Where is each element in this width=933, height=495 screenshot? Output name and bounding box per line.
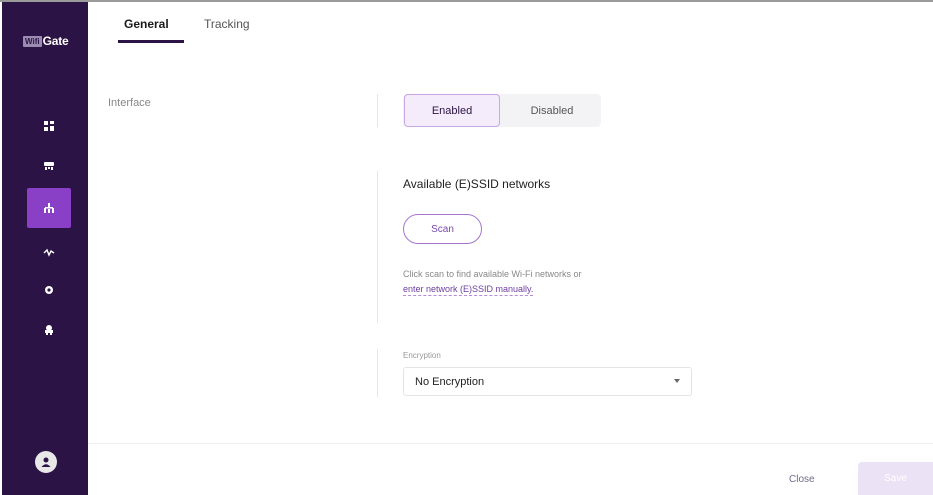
enabled-option[interactable]: Enabled [404,94,500,127]
logo: Wifi Gate [23,30,69,52]
divider [377,171,378,323]
sidebar-item-settings[interactable] [27,270,71,310]
chevron-down-icon [674,379,680,383]
sidebar-item-services[interactable] [27,310,71,350]
user-avatar[interactable] [35,451,57,473]
encryption-select[interactable]: No Encryption [403,367,692,396]
network-icon [44,203,54,213]
encryption-label: Encryption [403,351,441,360]
sidebar-item-activity[interactable] [27,232,71,272]
encryption-value: No Encryption [415,375,485,388]
footer-divider [88,443,933,444]
active-tab-indicator [118,40,184,43]
tab-tracking[interactable]: Tracking [204,17,250,31]
manual-ssid-link[interactable]: enter network (E)SSID manually. [403,284,534,296]
disabled-option[interactable]: Disabled [503,94,601,127]
divider [377,94,378,127]
interface-toggle: Enabled Disabled [403,94,601,127]
sidebar-item-dashboard[interactable] [27,106,71,146]
save-button[interactable]: Save [858,462,933,495]
window-top-border [0,0,933,2]
services-icon [45,325,53,335]
router-icon [44,162,54,170]
divider [377,349,378,397]
sidebar-item-router[interactable] [27,145,71,185]
gear-icon [45,286,53,294]
activity-icon [43,248,55,257]
logo-text: Gate [42,34,69,48]
close-button[interactable]: Close [789,474,815,485]
sidebar: Wifi Gate [2,2,88,495]
networks-heading: Available (E)SSID networks [403,177,551,191]
scan-hint: Click scan to find available Wi-Fi netwo… [403,269,582,279]
dashboard-icon [44,121,54,131]
scan-button[interactable]: Scan [403,214,482,244]
logo-mark: Wifi [23,35,42,47]
sidebar-item-network[interactable] [27,188,71,228]
tab-general[interactable]: General [124,17,169,31]
user-icon [41,457,51,467]
interface-label: Interface [108,97,151,109]
